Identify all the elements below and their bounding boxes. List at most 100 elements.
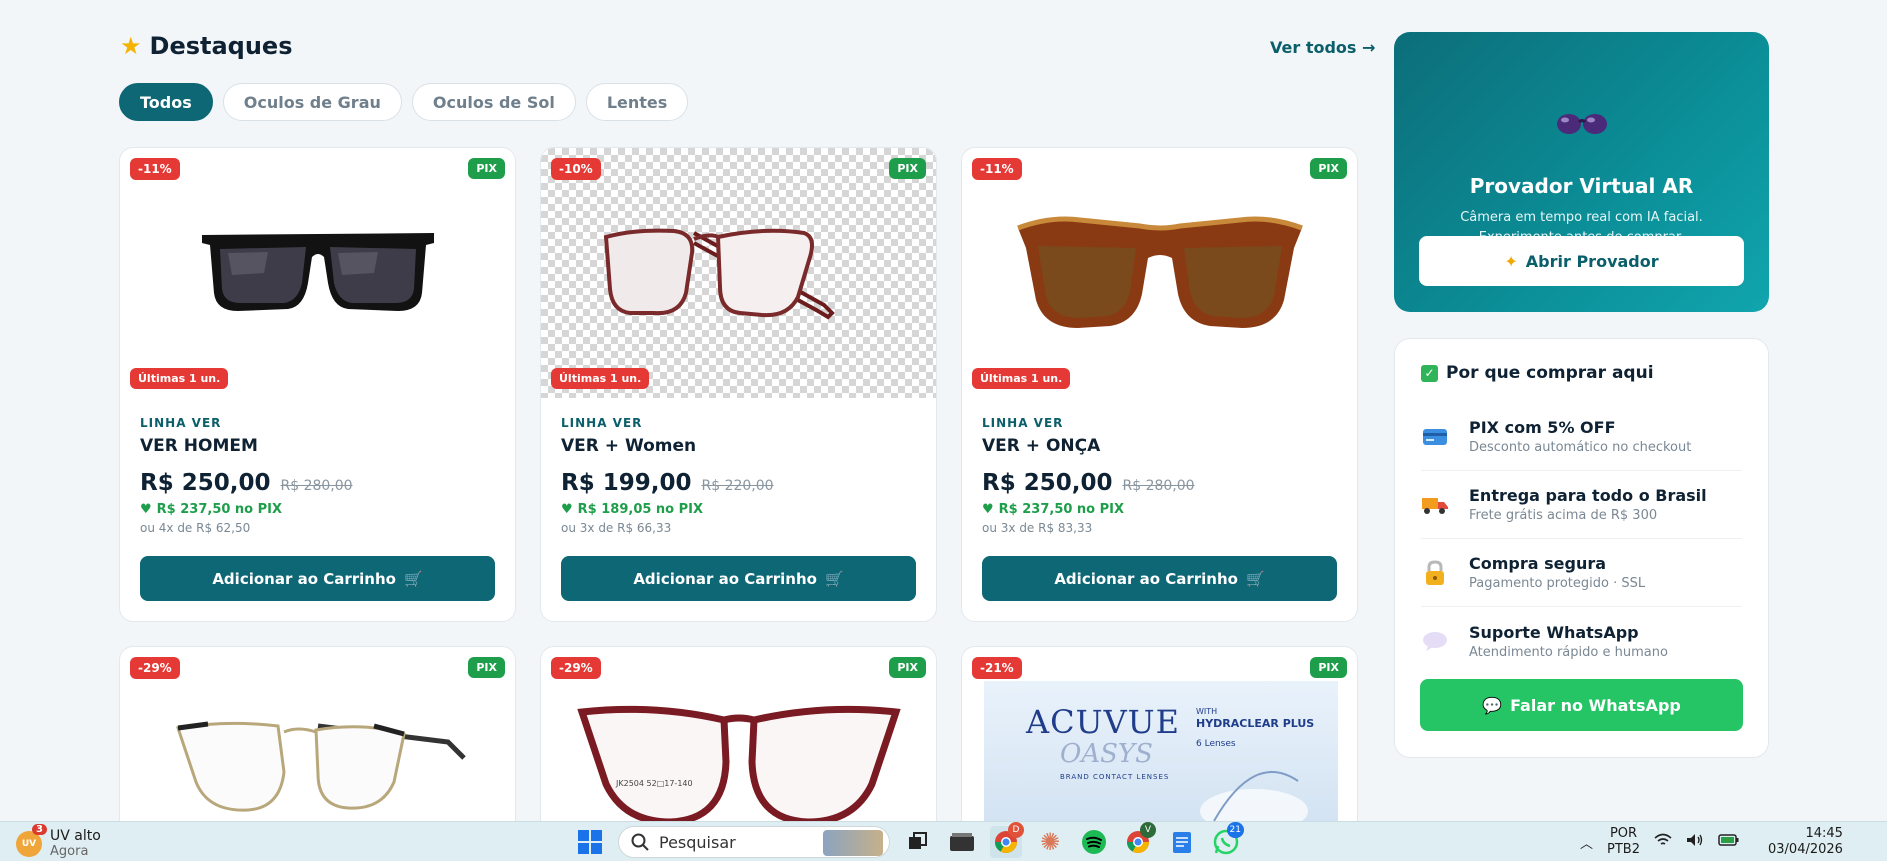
pix-badge: PIX: [468, 657, 505, 678]
filter-lentes[interactable]: Lentes: [585, 83, 689, 121]
sunglasses-icon: [1394, 110, 1769, 136]
file-explorer-icon[interactable]: [946, 826, 978, 858]
pix-price: R$ 237,50 no PIX: [998, 502, 1125, 517]
product-card[interactable]: -29% PIX: [119, 646, 516, 846]
windows-taskbar: UV 3 UV alto Agora Pesquisar D ✺ V 21 ︿ …: [0, 821, 1887, 861]
product-card[interactable]: ACUVUE WITH HYDRACLEAR PLUS 6 Lenses OAS…: [961, 646, 1358, 846]
product-image[interactable]: [962, 148, 1357, 398]
current-price: R$ 250,00: [982, 470, 1113, 496]
product-name[interactable]: VER + Women: [561, 436, 916, 456]
green-heart-icon: ♥: [140, 502, 152, 517]
search-icon: [631, 833, 649, 851]
benefit-subtitle: Pagamento protegido · SSL: [1469, 576, 1646, 591]
current-price: R$ 199,00: [561, 470, 692, 496]
system-tray: ︿ POR PTB2: [1580, 826, 1740, 858]
volume-icon[interactable]: [1686, 833, 1704, 851]
chrome-profile-2-icon[interactable]: V: [1122, 822, 1156, 858]
add-to-cart-button[interactable]: Adicionar ao Carrinho 🛒: [140, 556, 495, 601]
card-icon: [1421, 423, 1449, 451]
benefit-title: Suporte WhatsApp: [1469, 622, 1639, 642]
chrome-icon[interactable]: D: [990, 822, 1024, 858]
clock-date: 03/04/2026: [1768, 842, 1843, 857]
chrome-profile-badge: D: [1008, 822, 1024, 838]
add-to-cart-label: Adicionar ao Carrinho: [1054, 569, 1238, 588]
gold-cateye-glasses-image: [175, 721, 466, 812]
stock-badge: Últimas 1 un.: [130, 368, 229, 389]
task-view-icon[interactable]: [902, 826, 934, 858]
product-brand: LINHA VER: [140, 416, 222, 430]
language-indicator[interactable]: POR PTB2: [1607, 826, 1640, 858]
benefit-secure: Compra segura Pagamento protegido · SSL: [1421, 539, 1742, 607]
black-sunglasses-image: [201, 233, 434, 311]
add-to-cart-label: Adicionar ao Carrinho: [212, 569, 396, 588]
price-row: R$ 250,00 R$ 280,00: [140, 470, 495, 496]
weather-title: UV alto: [50, 828, 101, 844]
box-with: WITH: [1196, 707, 1218, 716]
box-tech: HYDRACLEAR PLUS: [1196, 717, 1315, 730]
wifi-icon[interactable]: [1654, 833, 1672, 851]
benefit-subtitle: Frete grátis acima de R$ 300: [1469, 508, 1658, 523]
product-info: LINHA VER VER + ONÇA R$ 250,00 R$ 280,00…: [982, 416, 1337, 535]
weather-text: UV alto Agora: [50, 828, 101, 860]
chat-bubble-icon: [1421, 627, 1449, 655]
notepad-icon[interactable]: [1166, 826, 1198, 858]
windows-start-icon[interactable]: [574, 826, 606, 858]
product-image[interactable]: [541, 148, 936, 398]
section-header: ★ Destaques: [120, 32, 293, 60]
star-icon: ★: [120, 32, 142, 60]
benefit-subtitle: Atendimento rápido e humano: [1469, 644, 1668, 660]
installments: ou 3x de R$ 66,33: [561, 521, 672, 535]
product-image[interactable]: [120, 148, 515, 398]
filter-todos[interactable]: Todos: [119, 83, 213, 121]
green-heart-icon: ♥: [982, 502, 994, 517]
lang-bottom: PTB2: [1607, 842, 1640, 857]
spotify-icon[interactable]: [1078, 826, 1110, 858]
discount-badge: -29%: [551, 657, 601, 679]
discount-badge: -11%: [972, 158, 1022, 180]
taskbar-clock[interactable]: 14:45 03/04/2026: [1768, 826, 1843, 858]
product-card[interactable]: -11% PIX Últimas 1 un. LINHA VER VER + O…: [961, 147, 1358, 622]
see-all-link[interactable]: Ver todos →: [1270, 38, 1375, 57]
benefit-subtitle: Desconto automático no checkout: [1469, 440, 1692, 455]
pix-badge: PIX: [889, 158, 926, 179]
box-sub: OASYS: [1060, 739, 1153, 769]
whatsapp-button[interactable]: 💬 Falar no WhatsApp: [1420, 679, 1743, 731]
open-try-on-button[interactable]: ✦ Abrir Provador: [1419, 236, 1744, 286]
benefit-title: Compra segura: [1469, 554, 1607, 573]
battery-icon[interactable]: [1718, 833, 1740, 851]
filter-oculos-de-sol[interactable]: Oculos de Sol: [411, 83, 576, 121]
add-to-cart-button[interactable]: Adicionar ao Carrinho 🛒: [982, 556, 1337, 601]
taskbar-search[interactable]: Pesquisar: [618, 826, 890, 858]
weather-widget[interactable]: UV 3 UV alto Agora: [16, 824, 101, 860]
discount-badge: -10%: [551, 158, 601, 180]
pix-badge: PIX: [1310, 158, 1347, 179]
product-card[interactable]: JK2504 52□17-140 -29% PIX: [540, 646, 937, 846]
why-title-label: Por que comprar aqui: [1446, 363, 1654, 383]
cart-icon: 🛒: [403, 569, 423, 588]
claude-icon[interactable]: ✺: [1034, 826, 1066, 858]
open-try-on-label: Abrir Provador: [1525, 251, 1659, 271]
pix-price-row: ♥ R$ 189,05 no PIX: [561, 502, 916, 517]
product-name[interactable]: VER HOMEM: [140, 436, 495, 456]
section-title: Destaques: [149, 32, 293, 60]
price-row: R$ 199,00 R$ 220,00: [561, 470, 916, 496]
why-title: ✓ Por que comprar aqui: [1421, 363, 1654, 383]
frame-model-text: JK2504 52□17-140: [615, 779, 693, 788]
box-line: BRAND CONTACT LENSES: [1060, 773, 1170, 781]
discount-badge: -11%: [130, 158, 180, 180]
product-name[interactable]: VER + ONÇA: [982, 436, 1337, 456]
add-to-cart-button[interactable]: Adicionar ao Carrinho 🛒: [561, 556, 916, 601]
cart-icon: 🛒: [824, 569, 844, 588]
filter-oculos-de-grau[interactable]: Oculos de Grau: [222, 83, 402, 121]
whatsapp-icon[interactable]: 21: [1210, 822, 1244, 858]
discount-badge: -21%: [972, 657, 1022, 679]
product-card[interactable]: -10% PIX Últimas 1 un. LINHA VER VER + W…: [540, 147, 937, 622]
old-price: R$ 280,00: [280, 478, 353, 494]
ar-title: Provador Virtual AR: [1469, 174, 1694, 198]
current-price: R$ 250,00: [140, 470, 271, 496]
green-heart-icon: ♥: [561, 502, 573, 517]
product-card[interactable]: -11% PIX Últimas 1 un. LINHA VER VER HOM…: [119, 147, 516, 622]
pix-badge: PIX: [1310, 657, 1347, 678]
chevron-up-icon[interactable]: ︿: [1580, 833, 1593, 852]
ar-try-on-panel: Provador Virtual AR Câmera em tempo real…: [1394, 32, 1769, 312]
